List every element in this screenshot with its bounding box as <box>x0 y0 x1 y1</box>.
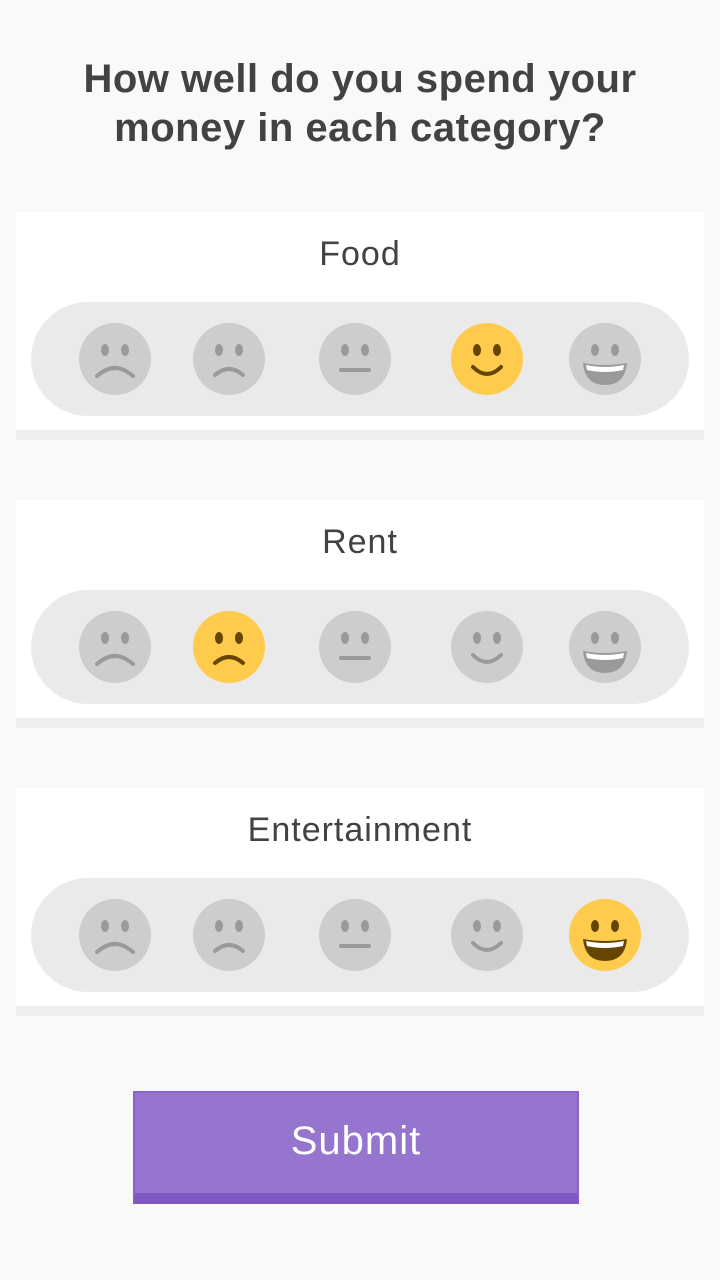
category-title: Rent <box>322 523 398 561</box>
sad-face-icon[interactable] <box>193 899 265 971</box>
very-happy-face-icon[interactable] <box>569 323 641 395</box>
very-sad-face-icon[interactable] <box>79 611 151 683</box>
neutral-face-icon[interactable] <box>319 611 391 683</box>
happy-face-icon[interactable] <box>451 611 523 683</box>
happy-face-icon[interactable] <box>451 323 523 395</box>
rating-track <box>31 302 689 416</box>
neutral-face-icon[interactable] <box>319 899 391 971</box>
category-title: Food <box>319 235 401 273</box>
page-question: How well do you spend your money in each… <box>83 57 637 150</box>
submit-button[interactable]: Submit <box>133 1091 579 1204</box>
happy-face-icon[interactable] <box>451 899 523 971</box>
very-happy-face-icon[interactable] <box>569 899 641 971</box>
category-title: Entertainment <box>247 811 473 849</box>
very-sad-face-icon[interactable] <box>79 323 151 395</box>
very-happy-face-icon[interactable] <box>569 611 641 683</box>
neutral-face-icon[interactable] <box>319 323 391 395</box>
sad-face-icon[interactable] <box>193 323 265 395</box>
category-card-rent: Rent <box>16 500 704 728</box>
sad-face-icon[interactable] <box>193 611 265 683</box>
category-card-entertainment: Entertainment <box>16 788 704 1016</box>
very-sad-face-icon[interactable] <box>79 899 151 971</box>
category-card-food: Food <box>16 212 704 440</box>
rating-track <box>31 590 689 704</box>
rating-track <box>31 878 689 992</box>
